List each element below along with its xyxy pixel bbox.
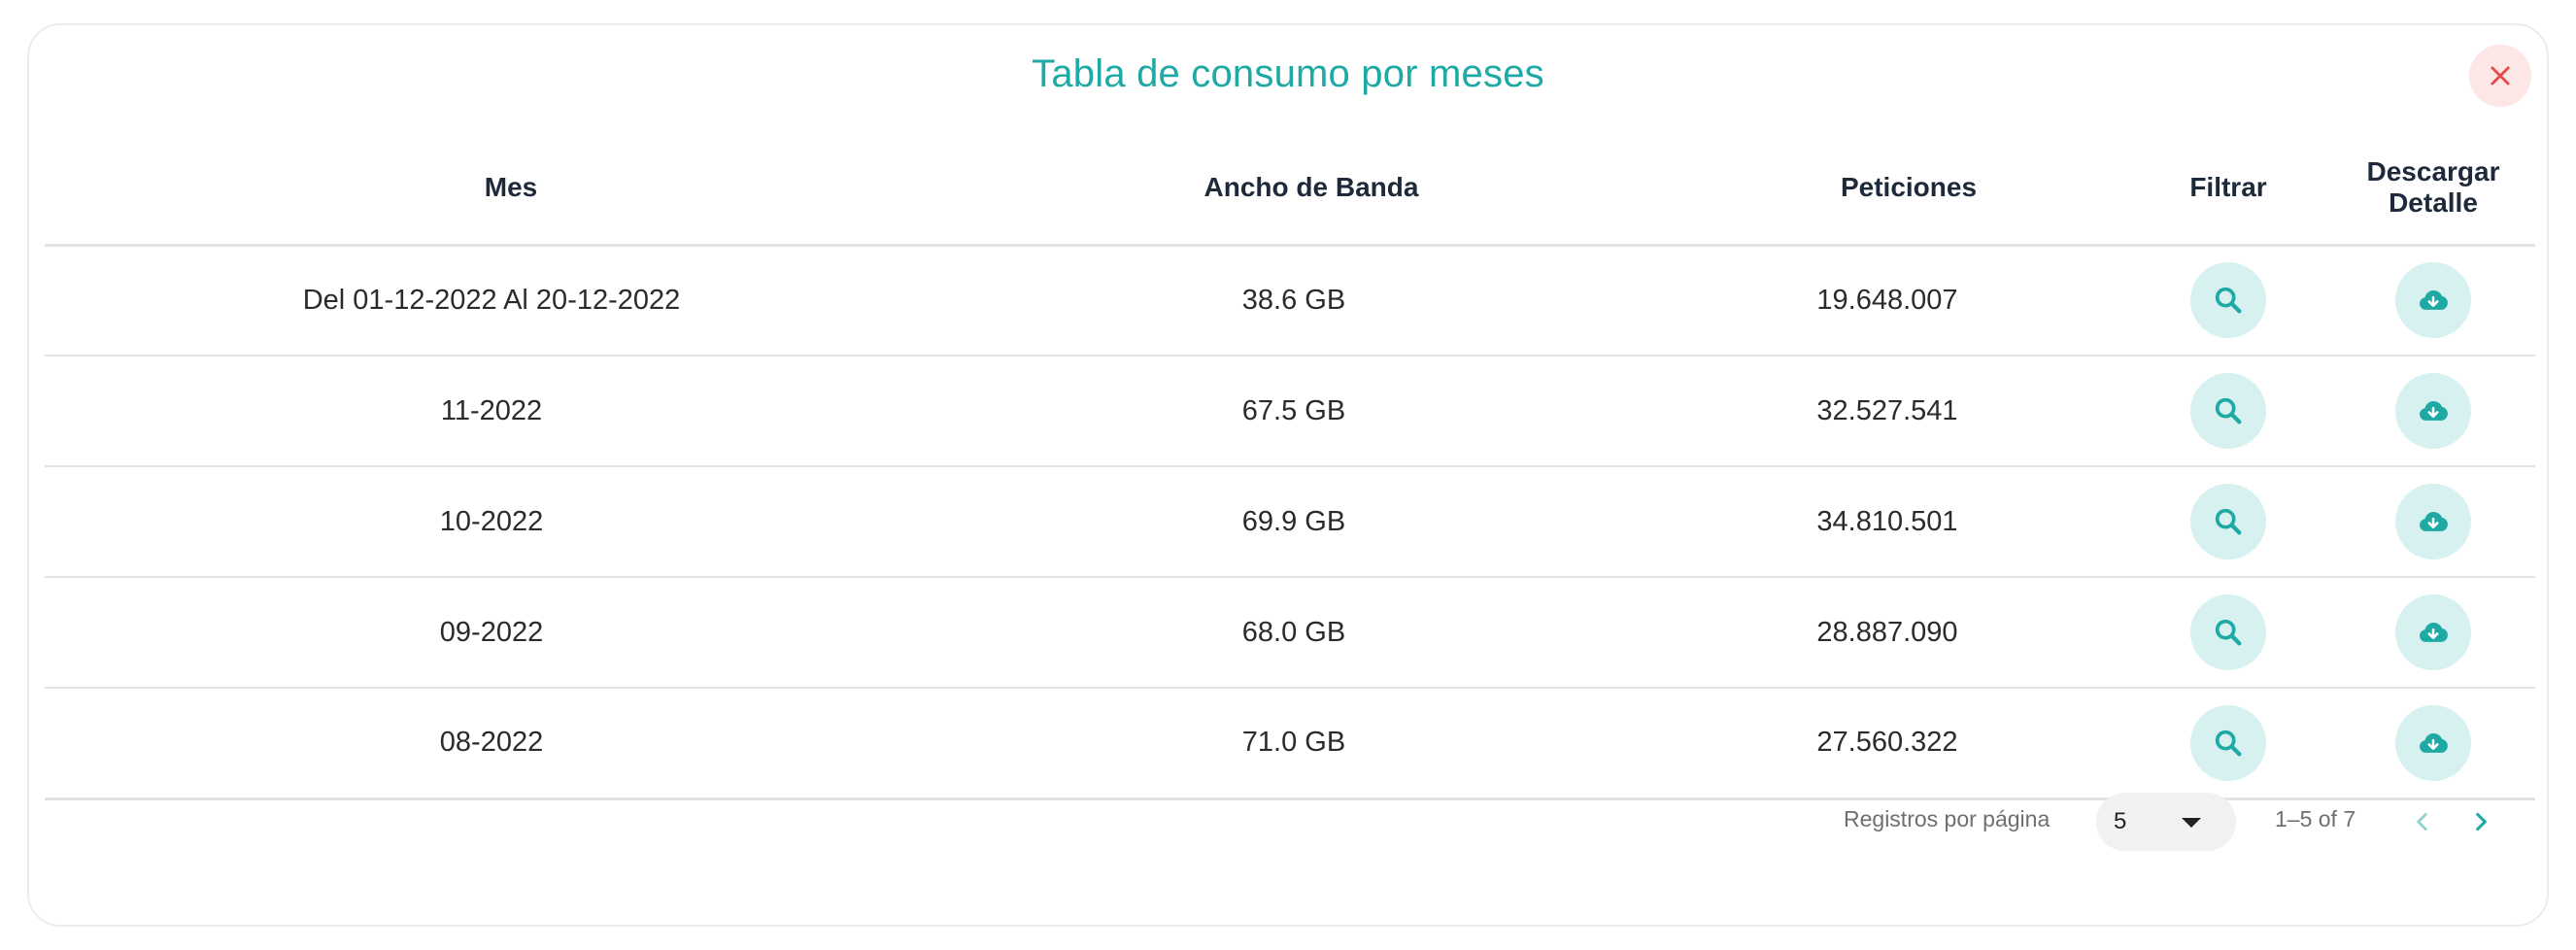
table-header-row: Mes Ancho de Banda Peticiones Filtrar De…: [45, 132, 2535, 247]
download-button[interactable]: [2395, 594, 2471, 670]
table-body: Del 01-12-2022 Al 20-12-2022 38.6 GB 19.…: [45, 245, 2535, 800]
chevron-left-icon: [2417, 813, 2427, 831]
header-ancho-de-banda: Ancho de Banda: [938, 132, 1649, 247]
table-row: Del 01-12-2022 Al 20-12-2022 38.6 GB 19.…: [45, 245, 2535, 356]
filter-button[interactable]: [2190, 262, 2266, 339]
cloud-download-icon: [2420, 512, 2448, 531]
filter-button[interactable]: [2190, 373, 2266, 449]
previous-page-button[interactable]: [2399, 798, 2446, 845]
filter-button[interactable]: [2190, 704, 2266, 781]
cell-peticiones: 32.527.541: [1649, 356, 2125, 467]
cell-mes: Del 01-12-2022 Al 20-12-2022: [45, 245, 938, 356]
search-icon: [2215, 508, 2242, 535]
consumption-table: Mes Ancho de Banda Peticiones Filtrar De…: [45, 132, 2535, 800]
cell-descargar: [2331, 688, 2535, 800]
cell-mes: 11-2022: [45, 356, 938, 467]
cell-descargar: [2331, 466, 2535, 578]
cell-descargar: [2331, 577, 2535, 689]
caret-down-icon: [2182, 818, 2201, 828]
rows-per-page-value: 5: [2114, 808, 2127, 834]
cell-filtrar: [2125, 245, 2331, 356]
download-button[interactable]: [2395, 704, 2471, 781]
download-button[interactable]: [2395, 373, 2471, 449]
cell-filtrar: [2125, 356, 2331, 467]
search-icon: [2215, 288, 2242, 314]
close-button[interactable]: [2469, 45, 2531, 107]
cell-mes: 09-2022: [45, 577, 938, 689]
header-filtrar: Filtrar: [2125, 132, 2331, 247]
search-icon: [2215, 729, 2242, 757]
download-button[interactable]: [2395, 484, 2471, 560]
cell-ancho-de-banda: 68.0 GB: [938, 577, 1649, 689]
cloud-download-icon: [2420, 401, 2448, 421]
table-row: 09-2022 68.0 GB 28.887.090: [45, 577, 2535, 689]
table-row: 11-2022 67.5 GB 32.527.541: [45, 356, 2535, 467]
pagination-range: 1–5 of 7: [2275, 806, 2356, 831]
consumption-modal: Tabla de consumo por meses Mes Ancho de …: [27, 23, 2549, 927]
modal-title: Tabla de consumo por meses: [1032, 52, 1544, 95]
cell-filtrar: [2125, 688, 2331, 800]
cell-peticiones: 19.648.007: [1649, 245, 2125, 356]
pagination: Registros por página 5 1–5 of 7: [29, 793, 2547, 851]
table-row: 08-2022 71.0 GB 27.560.322: [45, 688, 2535, 800]
header-peticiones: Peticiones: [1649, 132, 2125, 247]
next-page-button[interactable]: [2457, 798, 2504, 845]
cell-peticiones: 28.887.090: [1649, 577, 2125, 689]
cloud-download-icon: [2420, 623, 2448, 642]
cell-mes: 08-2022: [45, 688, 938, 800]
cell-descargar: [2331, 245, 2535, 356]
close-icon: [2491, 66, 2510, 85]
cell-ancho-de-banda: 67.5 GB: [938, 356, 1649, 467]
header-mes: Mes: [45, 132, 938, 247]
cell-ancho-de-banda: 71.0 GB: [938, 688, 1649, 800]
cell-filtrar: [2125, 466, 2331, 578]
search-icon: [2215, 397, 2242, 424]
chevron-right-icon: [2476, 812, 2487, 831]
cell-peticiones: 34.810.501: [1649, 466, 2125, 578]
search-icon: [2215, 619, 2242, 646]
filter-button[interactable]: [2190, 484, 2266, 560]
rows-per-page-label: Registros por página: [1844, 806, 2051, 831]
header-descargar-detalle: Descargar Detalle: [2331, 132, 2535, 247]
table-row: 10-2022 69.9 GB 34.810.501: [45, 466, 2535, 578]
cell-ancho-de-banda: 38.6 GB: [938, 245, 1649, 356]
cell-filtrar: [2125, 577, 2331, 689]
cloud-download-icon: [2420, 290, 2448, 311]
cell-mes: 10-2022: [45, 466, 938, 578]
cloud-download-icon: [2420, 732, 2448, 753]
rows-per-page-select[interactable]: 5: [2096, 793, 2236, 851]
download-button[interactable]: [2395, 262, 2471, 339]
cell-ancho-de-banda: 69.9 GB: [938, 466, 1649, 578]
cell-descargar: [2331, 356, 2535, 467]
cell-peticiones: 27.560.322: [1649, 688, 2125, 800]
filter-button[interactable]: [2190, 594, 2266, 670]
